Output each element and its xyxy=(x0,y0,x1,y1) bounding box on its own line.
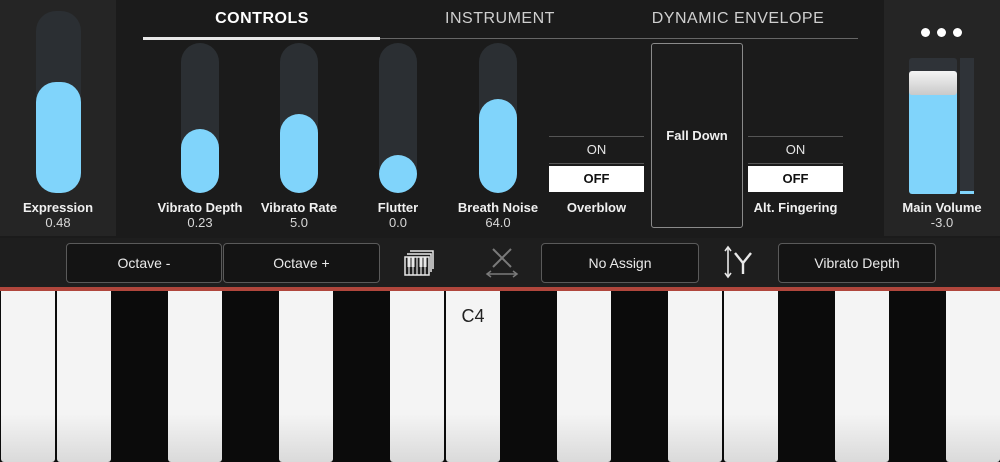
flutter-label: Flutter xyxy=(377,200,419,215)
vibrato-rate-label: Vibrato Rate xyxy=(260,200,338,215)
alt-fingering-toggle: ON OFF xyxy=(748,136,843,196)
octave-minus-button[interactable]: Octave - xyxy=(66,243,222,283)
more-options-icon[interactable] xyxy=(921,28,963,40)
vibrato-depth-slider[interactable] xyxy=(181,43,219,193)
alt-fingering-on-button[interactable]: ON xyxy=(748,137,843,163)
expression-label: Expression xyxy=(22,200,94,215)
flutter-fill xyxy=(379,155,417,193)
piano-keyboard: C4 xyxy=(0,291,1000,462)
level-meter-fill xyxy=(960,191,974,194)
level-meter xyxy=(960,58,974,194)
app-window: CONTROLS INSTRUMENT DYNAMIC ENVELOPE Exp… xyxy=(0,0,1000,462)
x-axis-icon-graphic xyxy=(485,248,519,278)
c4-label: C4 xyxy=(461,306,485,326)
y-axis-icon[interactable] xyxy=(720,245,756,279)
white-key[interactable] xyxy=(279,291,333,462)
flutter-slider[interactable] xyxy=(379,43,417,193)
white-key-c4[interactable]: C4 xyxy=(446,291,500,462)
octave-plus-button[interactable]: Octave + xyxy=(223,243,380,283)
breath-noise-fill xyxy=(479,99,517,193)
white-key[interactable] xyxy=(668,291,722,462)
dot-icon xyxy=(921,28,930,37)
fall-down-button[interactable]: Fall Down xyxy=(651,43,743,228)
main-volume-fill xyxy=(909,82,957,194)
white-key[interactable] xyxy=(835,291,889,462)
y-axis-icon-graphic xyxy=(724,245,752,279)
main-volume-value: -3.0 xyxy=(930,215,954,230)
overblow-on-button[interactable]: ON xyxy=(549,137,644,163)
fall-down-label: Fall Down xyxy=(666,128,728,143)
breath-noise-label: Breath Noise xyxy=(457,200,539,215)
tab-bar: CONTROLS INSTRUMENT DYNAMIC ENVELOPE xyxy=(143,0,858,40)
dot-icon xyxy=(937,28,946,37)
x-assign-button[interactable]: No Assign xyxy=(541,243,699,283)
white-key[interactable] xyxy=(57,291,111,462)
main-volume-label: Main Volume xyxy=(902,200,982,215)
alt-fingering-off-button[interactable]: OFF xyxy=(748,166,843,192)
overblow-off-button[interactable]: OFF xyxy=(549,166,644,192)
flutter-value: 0.0 xyxy=(388,215,408,230)
tab-instrument[interactable]: INSTRUMENT xyxy=(381,10,619,34)
expression-fill xyxy=(36,82,81,193)
vibrato-rate-slider[interactable] xyxy=(280,43,318,193)
keyboard-range-icon[interactable] xyxy=(404,248,434,276)
dot-icon xyxy=(953,28,962,37)
expression-slider[interactable] xyxy=(36,11,81,193)
alt-fingering-divider xyxy=(748,163,843,164)
white-key[interactable] xyxy=(557,291,611,462)
white-key[interactable] xyxy=(168,291,222,462)
y-assign-button[interactable]: Vibrato Depth xyxy=(778,243,936,283)
breath-noise-slider[interactable] xyxy=(479,43,517,193)
breath-noise-value: 64.0 xyxy=(485,215,511,230)
white-key[interactable] xyxy=(946,291,1000,462)
main-volume-handle[interactable] xyxy=(909,71,957,95)
white-key[interactable] xyxy=(390,291,444,462)
keyboard-range-icon-graphic xyxy=(404,250,434,276)
vibrato-rate-value: 5.0 xyxy=(289,215,309,230)
vibrato-depth-value: 0.23 xyxy=(187,215,213,230)
tab-dynamic-envelope[interactable]: DYNAMIC ENVELOPE xyxy=(619,10,857,34)
tab-controls[interactable]: CONTROLS xyxy=(143,10,381,34)
x-axis-icon[interactable] xyxy=(484,246,520,278)
white-key[interactable] xyxy=(1,291,55,462)
overblow-toggle: ON OFF xyxy=(549,136,644,196)
vibrato-depth-label: Vibrato Depth xyxy=(157,200,243,215)
overblow-label: Overblow xyxy=(566,200,627,215)
white-key[interactable] xyxy=(724,291,778,462)
expression-value: 0.48 xyxy=(45,215,71,230)
tab-active-indicator xyxy=(143,37,380,40)
alt-fingering-label: Alt. Fingering xyxy=(753,200,838,215)
overblow-divider xyxy=(549,163,644,164)
vibrato-depth-fill xyxy=(181,129,219,193)
vibrato-rate-fill xyxy=(280,113,318,193)
